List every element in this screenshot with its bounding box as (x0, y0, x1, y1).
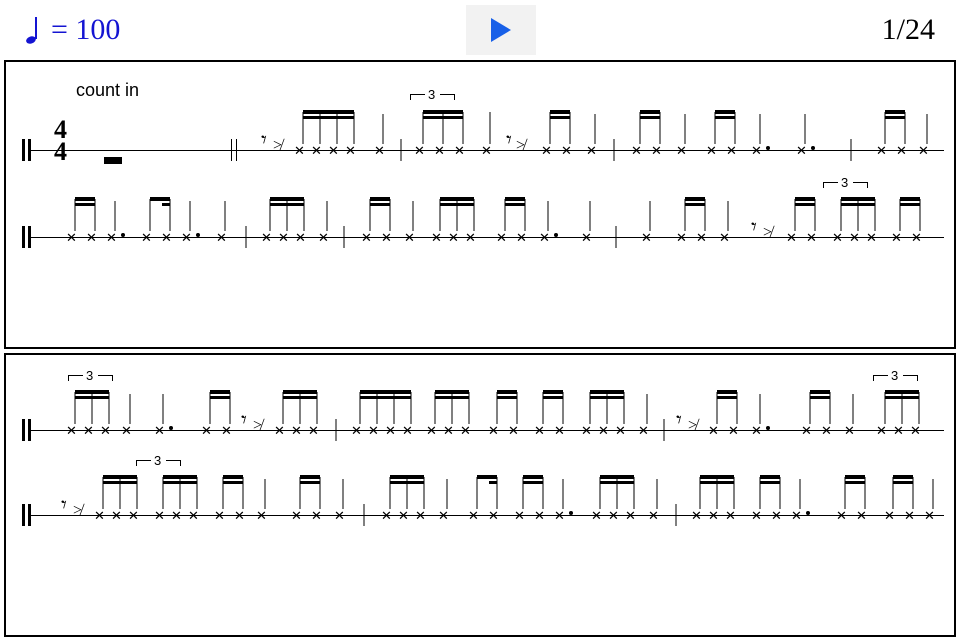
svg-text:✕: ✕ (438, 508, 449, 523)
svg-text:✕: ✕ (514, 508, 525, 523)
svg-text:✕: ✕ (625, 508, 636, 523)
svg-text:✕: ✕ (256, 508, 267, 523)
top-bar: = 100 1/24 (0, 0, 960, 60)
svg-text:✕: ✕ (398, 508, 409, 523)
svg-text:✕: ✕ (334, 508, 345, 523)
svg-text:✕: ✕ (431, 230, 442, 245)
svg-text:✕: ✕ (404, 230, 415, 245)
svg-text:✕: ✕ (496, 230, 507, 245)
svg-text:✕: ✕ (66, 230, 77, 245)
svg-text:✕: ✕ (188, 508, 199, 523)
svg-text:✕: ✕ (86, 230, 97, 245)
svg-text:✕: ✕ (771, 508, 782, 523)
svg-text:✕: ✕ (884, 508, 895, 523)
svg-text:✕: ✕ (415, 508, 426, 523)
svg-text:✕: ✕ (719, 230, 730, 245)
svg-text:✕: ✕ (924, 508, 935, 523)
svg-text:✕: ✕ (154, 508, 165, 523)
svg-text:✕: ✕ (751, 508, 762, 523)
svg-text:✕: ✕ (468, 508, 479, 523)
svg-text:𝄾: 𝄾 (61, 492, 67, 517)
svg-text:✕: ✕ (904, 508, 915, 523)
svg-text:✕: ✕ (516, 230, 527, 245)
svg-text:✕: ✕ (849, 230, 860, 245)
svg-text:✕: ✕ (539, 230, 550, 245)
svg-text:✕: ✕ (161, 230, 172, 245)
svg-text:✕: ✕ (554, 508, 565, 523)
svg-text:✕: ✕ (591, 508, 602, 523)
svg-text:✕: ✕ (648, 508, 659, 523)
svg-text:𝄾: 𝄾 (751, 214, 757, 239)
play-button[interactable] (466, 5, 536, 55)
svg-text:✕: ✕ (641, 230, 652, 245)
tempo-indicator: = 100 (25, 13, 120, 47)
svg-text:✕: ✕ (171, 508, 182, 523)
quarter-note-icon (25, 15, 43, 45)
svg-text:✕: ✕ (295, 230, 306, 245)
svg-text:✕: ✕ (381, 230, 392, 245)
svg-text:≯: ≯ (73, 502, 85, 519)
svg-text:✕: ✕ (94, 508, 105, 523)
page-counter: 1/24 (882, 13, 935, 47)
svg-text:✕: ✕ (676, 230, 687, 245)
svg-text:✕: ✕ (111, 508, 122, 523)
svg-text:✕: ✕ (465, 230, 476, 245)
svg-text:✕: ✕ (725, 508, 736, 523)
tempo-text: = 100 (51, 13, 120, 47)
svg-text:✕: ✕ (234, 508, 245, 523)
staff-2-notes: ✕ ✕ ✕ ✕ ✕ ✕ ✕ ✕ ✕ ✕ ✕ ✕ ✕ (6, 149, 956, 319)
svg-text:✕: ✕ (708, 508, 719, 523)
staff-4-notes: 𝄾 ≯ ✕ ✕ ✕ ✕ ✕ ✕ ✕ ✕ ✕ ✕ ✕ (6, 427, 956, 597)
svg-text:✕: ✕ (856, 508, 867, 523)
svg-text:✕: ✕ (216, 230, 227, 245)
svg-text:✕: ✕ (128, 508, 139, 523)
system-2: 3 3 ✕ ✕ ✕ ✕ ✕ ✕ ✕ 𝄾≯ ✕ ✕ (4, 353, 956, 637)
svg-text:✕: ✕ (448, 230, 459, 245)
svg-text:✕: ✕ (806, 230, 817, 245)
svg-text:✕: ✕ (911, 230, 922, 245)
svg-text:✕: ✕ (318, 230, 329, 245)
svg-text:✕: ✕ (581, 230, 592, 245)
svg-text:✕: ✕ (691, 508, 702, 523)
svg-text:✕: ✕ (381, 508, 392, 523)
svg-text:✕: ✕ (278, 230, 289, 245)
svg-text:✕: ✕ (311, 508, 322, 523)
svg-text:✕: ✕ (214, 508, 225, 523)
system-1: count in 4 4 3 𝄾 ≯ ✕ ✕ ✕ ✕ (4, 60, 956, 349)
score-area: count in 4 4 3 𝄾 ≯ ✕ ✕ ✕ ✕ (0, 60, 960, 637)
svg-text:✕: ✕ (836, 508, 847, 523)
svg-text:✕: ✕ (608, 508, 619, 523)
svg-text:✕: ✕ (181, 230, 192, 245)
svg-text:✕: ✕ (361, 230, 372, 245)
svg-text:✕: ✕ (291, 508, 302, 523)
svg-text:✕: ✕ (488, 508, 499, 523)
svg-text:✕: ✕ (534, 508, 545, 523)
svg-text:✕: ✕ (791, 508, 802, 523)
svg-text:≯: ≯ (763, 224, 775, 241)
svg-text:✕: ✕ (106, 230, 117, 245)
svg-text:✕: ✕ (832, 230, 843, 245)
svg-text:✕: ✕ (786, 230, 797, 245)
svg-text:✕: ✕ (866, 230, 877, 245)
play-icon (489, 16, 513, 44)
svg-text:✕: ✕ (141, 230, 152, 245)
svg-text:✕: ✕ (891, 230, 902, 245)
svg-text:✕: ✕ (696, 230, 707, 245)
svg-text:✕: ✕ (261, 230, 272, 245)
